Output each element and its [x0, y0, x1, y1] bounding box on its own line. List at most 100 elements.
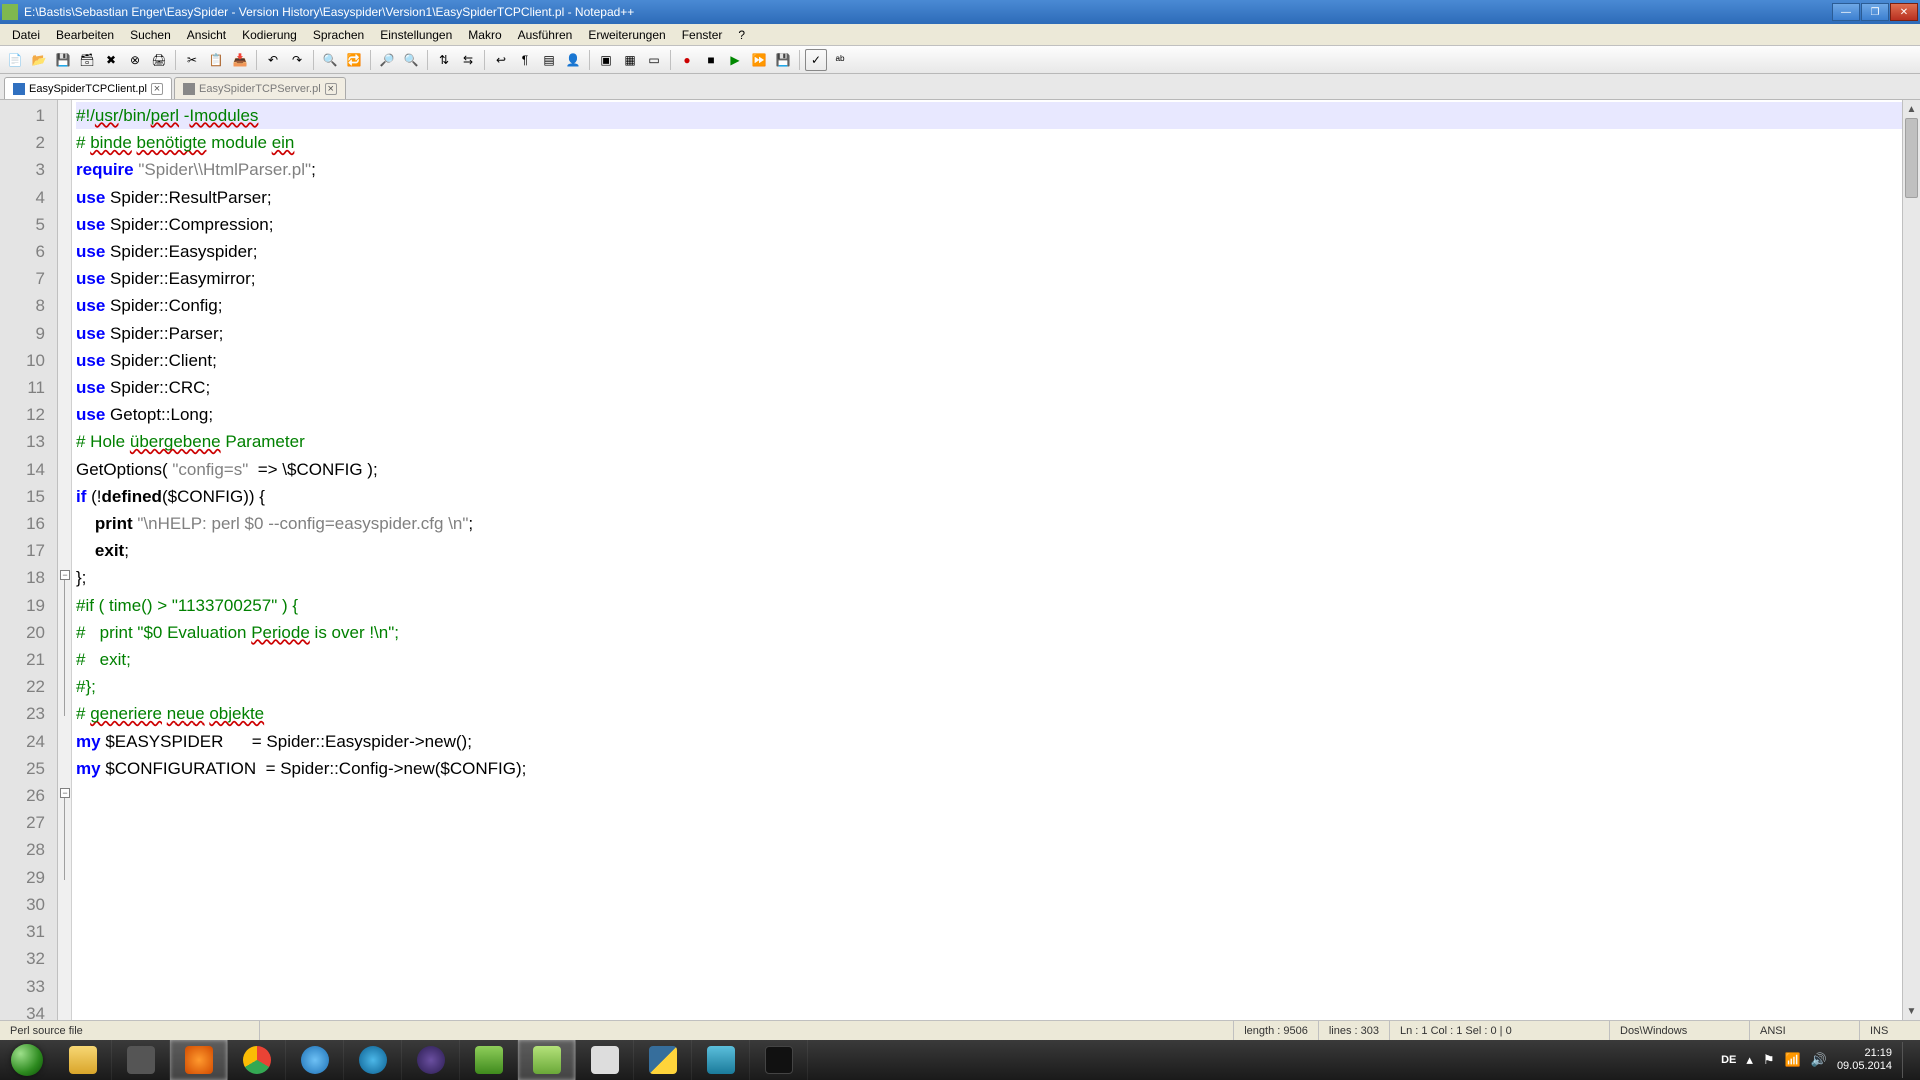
- sync-v-icon[interactable]: ⇅: [433, 49, 455, 71]
- taskbar-chrome[interactable]: [228, 1040, 286, 1080]
- code-area[interactable]: #!/usr/bin/perl -Imodules# binde benötig…: [72, 100, 1902, 1020]
- code-line[interactable]: #!/usr/bin/perl -Imodules: [76, 102, 1902, 129]
- minimize-button[interactable]: —: [1832, 3, 1860, 21]
- lang-icon[interactable]: 👤: [562, 49, 584, 71]
- code-line[interactable]: require "Spider\\HtmlParser.pl";: [76, 156, 1902, 183]
- save-all-icon[interactable]: 🗃: [76, 49, 98, 71]
- code-line[interactable]: if (!defined($CONFIG)) {: [76, 483, 1902, 510]
- find-icon[interactable]: 🔍: [319, 49, 341, 71]
- code-line[interactable]: GetOptions( "config=s" => \$CONFIG );: [76, 456, 1902, 483]
- code-line[interactable]: exit;: [76, 537, 1902, 564]
- code-line[interactable]: # exit;: [76, 646, 1902, 673]
- taskbar-explorer[interactable]: [54, 1040, 112, 1080]
- taskbar-python[interactable]: [634, 1040, 692, 1080]
- save-macro-icon[interactable]: 💾: [772, 49, 794, 71]
- code-line[interactable]: use Spider::Easymirror;: [76, 265, 1902, 292]
- scroll-down-icon[interactable]: ▼: [1903, 1002, 1920, 1020]
- code-line[interactable]: use Spider::Config;: [76, 292, 1902, 319]
- redo-icon[interactable]: ↷: [286, 49, 308, 71]
- stop-macro-icon[interactable]: ■: [700, 49, 722, 71]
- undo-icon[interactable]: ↶: [262, 49, 284, 71]
- status-encoding[interactable]: ANSI: [1750, 1021, 1860, 1040]
- tab-easyspidertcpclient[interactable]: EasySpiderTCPClient.pl ×: [4, 77, 172, 99]
- menu-einstellungen[interactable]: Einstellungen: [372, 26, 460, 44]
- taskbar-cube[interactable]: [692, 1040, 750, 1080]
- menu-bearbeiten[interactable]: Bearbeiten: [48, 26, 122, 44]
- save-icon[interactable]: 💾: [52, 49, 74, 71]
- tray-flag-icon[interactable]: ▴: [1746, 1052, 1753, 1068]
- code-line[interactable]: my $EASYSPIDER = Spider::Easyspider->new…: [76, 728, 1902, 755]
- code-line[interactable]: # Hole übergebene Parameter: [76, 428, 1902, 455]
- code-line[interactable]: use Spider::Parser;: [76, 320, 1902, 347]
- abc-icon[interactable]: ᵃᵇ: [829, 49, 851, 71]
- code-line[interactable]: use Spider::Easyspider;: [76, 238, 1902, 265]
- scrollbar-thumb[interactable]: [1905, 118, 1918, 198]
- code-line[interactable]: print "\nHELP: perl $0 --config=easyspid…: [76, 510, 1902, 537]
- zoom-out-icon[interactable]: 🔍: [400, 49, 422, 71]
- menu-suchen[interactable]: Suchen: [122, 26, 179, 44]
- taskbar-ie[interactable]: [286, 1040, 344, 1080]
- start-button[interactable]: [0, 1040, 54, 1080]
- menu-kodierung[interactable]: Kodierung: [234, 26, 305, 44]
- taskbar-notepadpp[interactable]: [518, 1040, 576, 1080]
- paste-icon[interactable]: 📥: [229, 49, 251, 71]
- wordwrap-icon[interactable]: ↩: [490, 49, 512, 71]
- status-eol[interactable]: Dos\Windows: [1610, 1021, 1750, 1040]
- tab-close-icon[interactable]: ×: [325, 83, 337, 95]
- code-line[interactable]: #};: [76, 673, 1902, 700]
- code-line[interactable]: #if ( time() > "1133700257" ) {: [76, 592, 1902, 619]
- editor[interactable]: 1234567891011121314151617181920212223242…: [0, 100, 1920, 1020]
- collapse-icon[interactable]: ▭: [643, 49, 665, 71]
- fold-toggle-icon[interactable]: −: [60, 788, 70, 798]
- fold-icon[interactable]: ▣: [595, 49, 617, 71]
- menu-makro[interactable]: Makro: [460, 26, 509, 44]
- replace-icon[interactable]: 🔁: [343, 49, 365, 71]
- new-file-icon[interactable]: 📄: [4, 49, 26, 71]
- open-file-icon[interactable]: 📂: [28, 49, 50, 71]
- menu-datei[interactable]: Datei: [4, 26, 48, 44]
- record-macro-icon[interactable]: ●: [676, 49, 698, 71]
- fast-play-icon[interactable]: ⏩: [748, 49, 770, 71]
- code-line[interactable]: };: [76, 564, 1902, 591]
- close-all-icon[interactable]: ⊗: [124, 49, 146, 71]
- sync-h-icon[interactable]: ⇆: [457, 49, 479, 71]
- tray-volume-icon[interactable]: 🔊: [1811, 1052, 1827, 1068]
- menu-fenster[interactable]: Fenster: [674, 26, 731, 44]
- code-line[interactable]: use Spider::Compression;: [76, 211, 1902, 238]
- close-file-icon[interactable]: ✖: [100, 49, 122, 71]
- spellcheck-icon[interactable]: ✓: [805, 49, 827, 71]
- taskbar-eclipse[interactable]: [402, 1040, 460, 1080]
- tray-network-icon[interactable]: 📶: [1785, 1052, 1801, 1068]
- taskbar-app3[interactable]: [576, 1040, 634, 1080]
- maximize-button[interactable]: ❐: [1861, 3, 1889, 21]
- taskbar-app2[interactable]: [344, 1040, 402, 1080]
- scroll-up-icon[interactable]: ▲: [1903, 100, 1920, 118]
- menu-sprachen[interactable]: Sprachen: [305, 26, 372, 44]
- tab-easyspidertcpserver[interactable]: EasySpiderTCPServer.pl ×: [174, 77, 346, 99]
- taskbar-shield[interactable]: [460, 1040, 518, 1080]
- unfold-icon[interactable]: ▦: [619, 49, 641, 71]
- menu-ansicht[interactable]: Ansicht: [179, 26, 234, 44]
- tray-clock[interactable]: 21:19 09.05.2014: [1837, 1047, 1892, 1073]
- taskbar-terminal[interactable]: [750, 1040, 808, 1080]
- code-line[interactable]: # binde benötigte module ein: [76, 129, 1902, 156]
- menu-help[interactable]: ?: [730, 26, 753, 44]
- code-line[interactable]: my $CONFIGURATION = Spider::Config->new(…: [76, 755, 1902, 782]
- code-line[interactable]: use Spider::Client;: [76, 347, 1902, 374]
- fold-toggle-icon[interactable]: −: [60, 570, 70, 580]
- code-line[interactable]: # generiere neue objekte: [76, 700, 1902, 727]
- indent-guide-icon[interactable]: ▤: [538, 49, 560, 71]
- show-desktop-button[interactable]: [1902, 1042, 1910, 1078]
- menu-erweiterungen[interactable]: Erweiterungen: [580, 26, 673, 44]
- play-macro-icon[interactable]: ▶: [724, 49, 746, 71]
- zoom-in-icon[interactable]: 🔎: [376, 49, 398, 71]
- show-all-chars-icon[interactable]: ¶: [514, 49, 536, 71]
- taskbar-firefox[interactable]: [170, 1040, 228, 1080]
- code-line[interactable]: use Spider::CRC;: [76, 374, 1902, 401]
- menu-ausfuehren[interactable]: Ausführen: [510, 26, 581, 44]
- language-indicator[interactable]: DE: [1721, 1054, 1736, 1066]
- vertical-scrollbar[interactable]: ▲ ▼: [1902, 100, 1920, 1020]
- copy-icon[interactable]: 📋: [205, 49, 227, 71]
- cut-icon[interactable]: ✂: [181, 49, 203, 71]
- print-icon[interactable]: 🖨: [148, 49, 170, 71]
